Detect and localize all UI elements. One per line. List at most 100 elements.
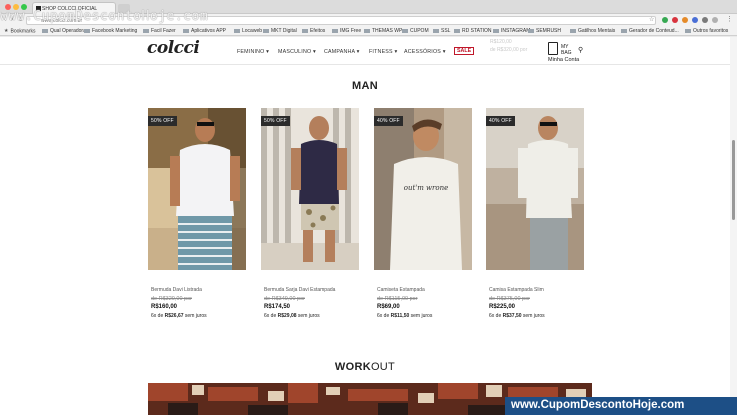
bookmark-item[interactable]: IMG Free (332, 28, 361, 34)
bookmark-item[interactable]: Facebook Marketing (84, 28, 137, 34)
bookmark-label: Bookmarks (10, 28, 36, 35)
account-link[interactable]: Minha Conta (548, 57, 579, 63)
product-card[interactable]: 50% OFF Bermuda Sarja Davi Estampada de … (261, 108, 359, 323)
product-installments: 6x de R$37,50 sem juros (489, 313, 545, 319)
bookmark-label: IMG Free (340, 28, 362, 34)
bookmark-label: Outros favoritos (693, 28, 729, 34)
bookmark-label: THEMAS WP (372, 28, 403, 34)
section-title-workout: WORKOUT (0, 361, 730, 373)
ghost-price-1: R$120,00 (490, 39, 512, 45)
product-old-price: de R$320,00 por (151, 296, 192, 302)
star-icon: ★ (4, 28, 9, 34)
bookmark-label: SEMRUSH (536, 28, 562, 34)
product-price: R$160,00 (151, 304, 178, 310)
bookmark-item[interactable]: MKT Digital (263, 28, 297, 34)
bookmark-label: Gerador de Conteud... (629, 28, 679, 34)
colcci-logo[interactable]: colcci (147, 38, 200, 58)
product-card[interactable]: 50% OFF Bermuda Davi Listrada de R$320,0… (148, 108, 246, 323)
folder-icon (183, 28, 189, 33)
bag-label-bag[interactable]: BAG (561, 50, 572, 56)
bookmark-item[interactable]: RD STATION (454, 28, 492, 34)
product-installments: 6x de R$29,08 sem juros (264, 313, 320, 319)
bookmark-item[interactable]: CUPOM (402, 28, 429, 34)
search-icon[interactable]: ⚲ (578, 46, 583, 54)
section-title-workout-light: OUT (370, 361, 396, 373)
folder-icon (302, 28, 308, 33)
bookmark-item[interactable]: SSL (433, 28, 450, 34)
bookmark-item[interactable]: THEMAS WP (364, 28, 402, 34)
ghost-price-2: de R$320,00 por (490, 47, 528, 53)
watermark-top: www.CupomDescontoHoje.com (0, 9, 209, 24)
folder-icon (263, 28, 269, 33)
menu-acessorios[interactable]: ACESSÓRIOS ▾ (404, 49, 446, 55)
product-card[interactable]: out'm wrone 40% OFF Camiseta Estampada d… (374, 108, 472, 323)
folder-icon (570, 28, 576, 33)
bookmark-label: Gatilhos Mentais (578, 28, 616, 34)
bookmark-item[interactable]: INSTAGRAM (493, 28, 530, 34)
bookmark-label: MKT Digital (271, 28, 297, 34)
bookmark-item[interactable]: SEMRUSH (528, 28, 561, 34)
menu-fitness[interactable]: FITNESS ▾ (369, 49, 397, 55)
bookmarks-bar: ★ Bookmarks Qual Operadora Facebook Marketi… (0, 26, 737, 36)
product-price: R$69,00 (377, 304, 400, 310)
menu-sale[interactable]: SALE (454, 47, 475, 55)
folder-icon (685, 28, 691, 33)
product-name[interactable]: Camiseta Estampada (377, 287, 425, 293)
product-image[interactable] (148, 108, 246, 270)
bookmark-label: Facil Fazer (151, 28, 176, 34)
folder-icon (433, 28, 439, 33)
bookmark-item[interactable]: Qual Operadora (42, 28, 86, 34)
bookmark-item[interactable]: Aplicativos APP (183, 28, 226, 34)
folder-icon (364, 28, 370, 33)
web-page: colcci FEMININO ▾ MASCULINO ▾ CAMPANHA ▾… (0, 37, 730, 415)
bookmark-label: SSL (441, 28, 451, 34)
product-image[interactable]: out'm wrone (374, 108, 472, 270)
bookmark-label: Efeitos (310, 28, 326, 34)
product-image[interactable] (261, 108, 359, 270)
folder-icon (528, 28, 534, 33)
scrollbar-thumb[interactable] (732, 140, 735, 220)
bookmark-item[interactable]: Gerador de Conteud... (621, 28, 679, 34)
folder-icon (143, 28, 149, 33)
discount-badge: 40% OFF (374, 116, 403, 126)
product-name[interactable]: Bermuda Sarja Davi Estampada (264, 287, 335, 293)
folder-icon (42, 28, 48, 33)
bookmark-label: RD STATION (462, 28, 492, 34)
bookmark-item[interactable]: Locaweb (234, 28, 262, 34)
product-image[interactable] (486, 108, 584, 270)
folder-icon (402, 28, 408, 33)
folder-icon (332, 28, 338, 33)
site-header: colcci FEMININO ▾ MASCULINO ▾ CAMPANHA ▾… (0, 37, 730, 65)
discount-badge: 50% OFF (261, 116, 290, 126)
folder-icon (621, 28, 627, 33)
bookmark-item[interactable]: Facil Fazer (143, 28, 176, 34)
bookmark-item[interactable]: Efeitos (302, 28, 325, 34)
bookmark-label: Qual Operadora (50, 28, 86, 34)
product-card[interactable]: 40% OFF Camisa Estampada Slim de R$375,0… (486, 108, 584, 323)
product-name[interactable]: Bermuda Davi Listrada (151, 287, 202, 293)
folder-icon (454, 28, 460, 33)
bookmark-item[interactable]: Gatilhos Mentais (570, 28, 615, 34)
section-title-man: MAN (352, 80, 378, 92)
product-old-price: de R$375,00 por (489, 296, 530, 302)
scrollbar-track[interactable] (730, 37, 737, 415)
product-old-price: de R$349,00 por (264, 296, 305, 302)
folder-icon (493, 28, 499, 33)
product-name[interactable]: Camisa Estampada Slim (489, 287, 544, 293)
bookmark-label: Facebook Marketing (92, 28, 138, 34)
discount-badge: 50% OFF (148, 116, 177, 126)
folder-icon (234, 28, 240, 33)
product-price: R$174,50 (264, 304, 291, 310)
bookmark-label: Aplicativos APP (191, 28, 227, 34)
menu-masculino[interactable]: MASCULINO ▾ (278, 49, 316, 55)
menu-campanha[interactable]: CAMPANHA ▾ (324, 49, 359, 55)
shopping-bag-icon[interactable] (548, 42, 558, 55)
product-installments: 6x de R$11,50 sem juros (377, 313, 433, 319)
svg-text:out'm wrone: out'm wrone (404, 184, 449, 192)
bookmark-item[interactable]: ★ Bookmarks (4, 28, 36, 34)
product-old-price: de R$115,00 por (377, 296, 418, 302)
folder-icon (84, 28, 90, 33)
bookmark-item[interactable]: Outros favoritos (685, 28, 728, 34)
discount-badge: 40% OFF (486, 116, 515, 126)
menu-feminino[interactable]: FEMININO ▾ (237, 49, 269, 55)
